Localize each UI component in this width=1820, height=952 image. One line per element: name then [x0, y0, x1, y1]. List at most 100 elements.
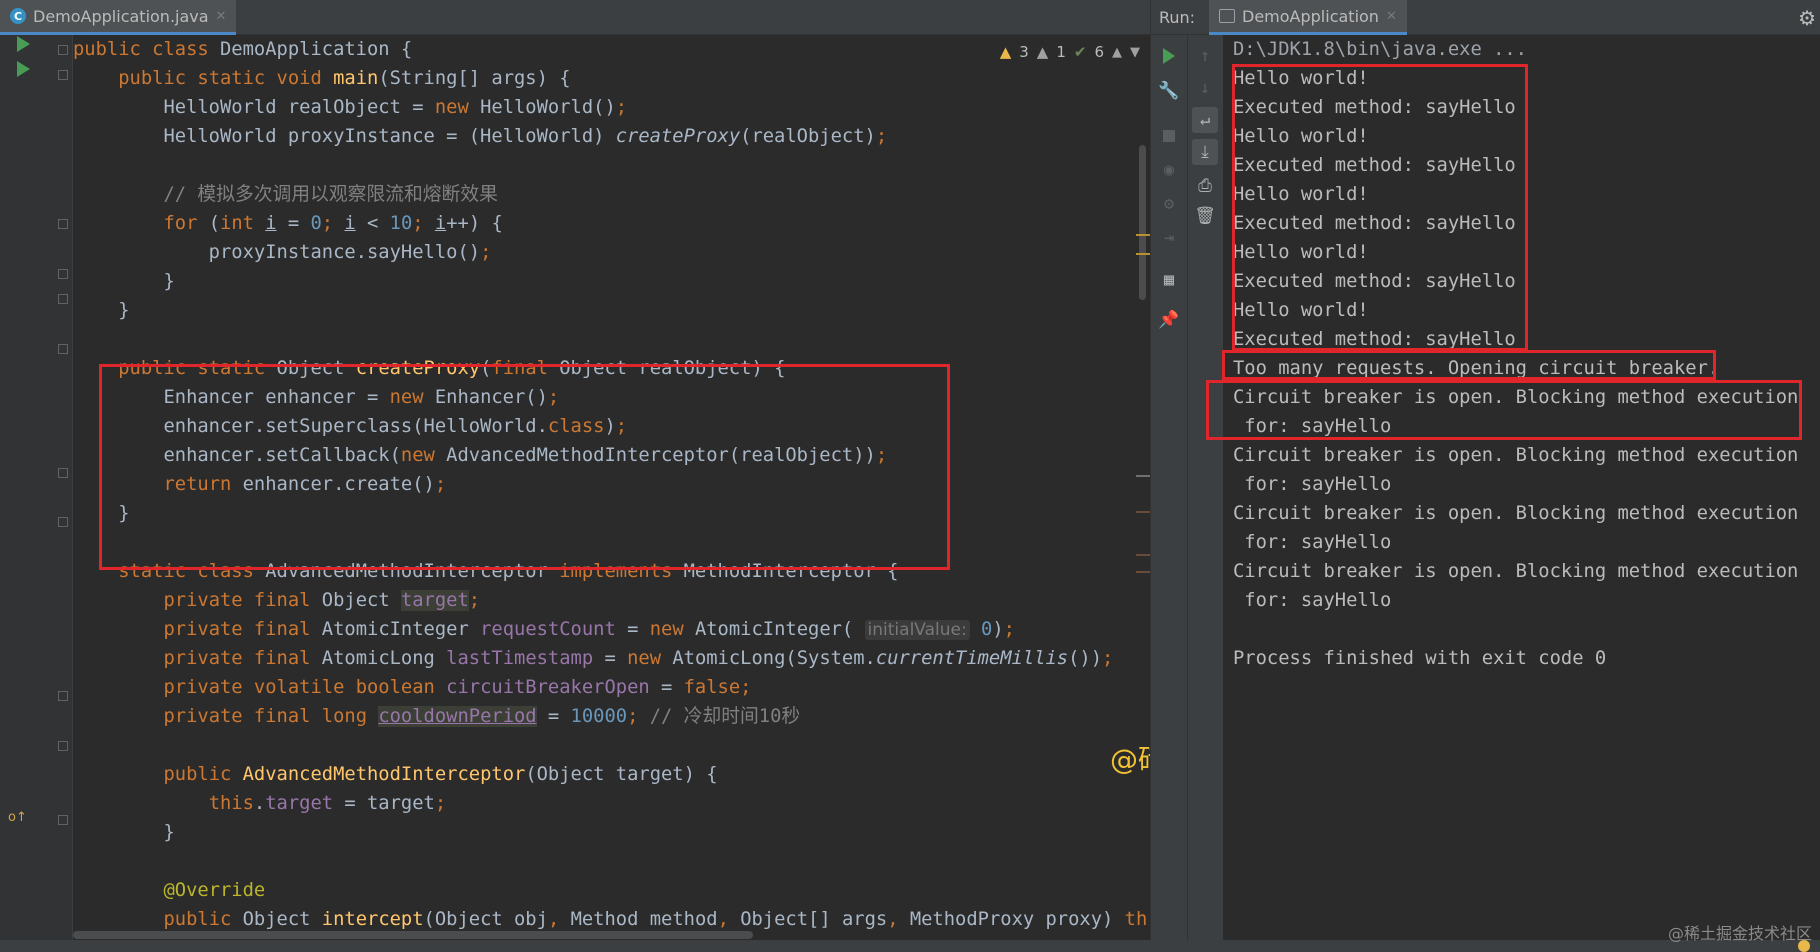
- fold-marker-icon[interactable]: [58, 294, 68, 304]
- chevron-up-icon[interactable]: ▲: [1112, 45, 1122, 60]
- fold-marker-icon[interactable]: [58, 691, 68, 701]
- code-line[interactable]: }: [73, 499, 129, 528]
- code-token: (String[] args) {: [378, 68, 571, 89]
- scroll-to-end-button[interactable]: ⤓: [1192, 139, 1218, 165]
- error-stripe-mark[interactable]: [1136, 253, 1150, 255]
- code-token: i: [434, 213, 447, 234]
- run-class-icon[interactable]: [17, 36, 30, 52]
- code-token: enhancer.setSuperclass(HelloWorld.: [73, 416, 548, 437]
- fold-marker-icon[interactable]: [58, 70, 68, 80]
- code-token: target: [265, 793, 334, 814]
- code-line[interactable]: public Object intercept(Object obj, Meth…: [73, 905, 1150, 934]
- run-tab-demo-application[interactable]: DemoApplication ✕: [1209, 0, 1407, 35]
- tab-demo-application-java[interactable]: C DemoApplication.java ✕: [0, 0, 237, 35]
- scroll-down-button[interactable]: ↓: [1192, 75, 1218, 101]
- code-line[interactable]: enhancer.setSuperclass(HelloWorld.class)…: [73, 412, 627, 441]
- run-main-icon[interactable]: [17, 61, 30, 77]
- scrollbar-thumb[interactable]: [1139, 145, 1146, 300]
- gear-icon[interactable]: ⚙: [1798, 6, 1816, 30]
- editor-vertical-scrollbar[interactable]: [1136, 35, 1150, 940]
- code-token: AtomicInteger: [321, 619, 481, 640]
- code-line[interactable]: }: [73, 267, 174, 296]
- scroll-to-end-icon: ⤓: [1201, 142, 1209, 162]
- code-token: 10: [389, 213, 413, 234]
- code-editor[interactable]: o↑ public class DemoApplication { public…: [0, 35, 1150, 940]
- console-line: Circuit breaker is open. Blocking method…: [1233, 561, 1799, 582]
- rerun-button[interactable]: [1156, 43, 1182, 69]
- code-token: ;: [1003, 619, 1015, 640]
- code-line[interactable]: static class AdvancedMethodInterceptor i…: [73, 557, 898, 586]
- code-token: ): [604, 416, 616, 437]
- pin-icon: 📌: [1158, 310, 1180, 330]
- code-token: DemoApplication {: [220, 39, 413, 60]
- close-icon[interactable]: ✕: [216, 9, 227, 24]
- layout-button[interactable]: ▦: [1156, 267, 1182, 293]
- code-line[interactable]: }: [73, 818, 174, 847]
- code-line[interactable]: private final Object target;: [73, 586, 480, 615]
- clear-all-button[interactable]: 🗑: [1192, 203, 1218, 229]
- fold-marker-icon[interactable]: [58, 468, 68, 478]
- code-line[interactable]: proxyInstance.sayHello();: [73, 238, 492, 267]
- console-output[interactable]: D:\JDK1.8\bin\java.exe ... Hello world! Ex…: [1223, 35, 1820, 940]
- error-stripe-mark[interactable]: [1136, 234, 1150, 236]
- code-token: 10000: [570, 706, 628, 727]
- error-stripe-mark[interactable]: [1136, 554, 1150, 556]
- code-line[interactable]: HelloWorld realObject = new HelloWorld()…: [73, 93, 627, 122]
- override-icon[interactable]: o↑: [8, 810, 27, 825]
- code-line[interactable]: HelloWorld proxyInstance = (HelloWorld) …: [73, 122, 887, 151]
- stop-button[interactable]: [1156, 123, 1182, 149]
- code-token: ;: [875, 445, 888, 466]
- dump-threads-button[interactable]: ◉: [1156, 157, 1182, 183]
- code-line[interactable]: private final long cooldownPeriod = 1000…: [73, 702, 800, 731]
- code-token: private final: [163, 648, 322, 669]
- code-line[interactable]: this.target = target;: [73, 789, 446, 818]
- inspection-widget[interactable]: ▲ 3 ▲ 1 ✔ 6 ▲ ▼: [1000, 41, 1140, 63]
- close-icon[interactable]: ✕: [1386, 9, 1397, 24]
- code-token: HelloWorld proxyInstance = (HelloWorld): [73, 126, 616, 147]
- code-line[interactable]: private final AtomicInteger requestCount…: [73, 615, 1015, 644]
- code-line[interactable]: return enhancer.create();: [73, 470, 446, 499]
- code-token: ,: [887, 909, 910, 930]
- code-line[interactable]: public static void main(String[] args) {: [73, 64, 571, 93]
- code-line[interactable]: for (int i = 0; i < 10; i++) {: [73, 209, 502, 238]
- code-line[interactable]: public AdvancedMethodInterceptor(Object …: [73, 760, 717, 789]
- error-stripe-mark[interactable]: [1136, 571, 1150, 573]
- scroll-up-button[interactable]: ↑: [1192, 43, 1218, 69]
- code-token: =: [593, 648, 628, 669]
- edit-configuration-button[interactable]: 🔧: [1156, 78, 1182, 104]
- fold-marker-icon[interactable]: [58, 269, 68, 279]
- print-button[interactable]: ⎙: [1192, 173, 1218, 199]
- code-line[interactable]: Enhancer enhancer = new Enhancer();: [73, 383, 559, 412]
- fold-marker-icon[interactable]: [58, 815, 68, 825]
- code-token: intercept: [321, 909, 424, 930]
- warning-icon: ▲: [999, 43, 1012, 61]
- settings-button[interactable]: ⚙: [1156, 191, 1182, 217]
- editor-tab-bar: C DemoApplication.java ✕: [0, 0, 1150, 35]
- editor-horizontal-scrollbar[interactable]: [73, 931, 753, 939]
- code-line[interactable]: // 模拟多次调用以观察限流和熔断效果: [73, 180, 497, 209]
- code-token: Method method: [570, 909, 718, 930]
- code-line[interactable]: }: [73, 296, 129, 325]
- code-line[interactable]: enhancer.setCallback(new AdvancedMethodI…: [73, 441, 887, 470]
- error-stripe-mark[interactable]: [1136, 511, 1150, 513]
- arrow-down-icon: ↓: [1199, 78, 1211, 98]
- code-line[interactable]: public static Object createProxy(final O…: [73, 354, 785, 383]
- warning-count: 3: [1019, 43, 1029, 61]
- fold-marker-icon[interactable]: [58, 45, 68, 55]
- fold-marker-icon[interactable]: [58, 219, 68, 229]
- soft-wrap-button[interactable]: ↵: [1192, 107, 1218, 133]
- fold-marker-icon[interactable]: [58, 741, 68, 751]
- code-line[interactable]: private final AtomicLong lastTimestamp =…: [73, 644, 1113, 673]
- pin-tab-button[interactable]: 📌: [1156, 307, 1182, 333]
- error-stripe-mark[interactable]: [1136, 475, 1150, 477]
- code-line[interactable]: public class DemoApplication {: [73, 35, 412, 64]
- fold-marker-icon[interactable]: [58, 517, 68, 527]
- code-line[interactable]: private volatile boolean circuitBreakerO…: [73, 673, 751, 702]
- console-line: Circuit breaker is open. Blocking method…: [1233, 445, 1799, 466]
- exit-button[interactable]: ⇥: [1156, 225, 1182, 251]
- code-token: public: [163, 764, 243, 785]
- fold-marker-icon[interactable]: [58, 344, 68, 354]
- code-line[interactable]: @Override: [73, 876, 265, 905]
